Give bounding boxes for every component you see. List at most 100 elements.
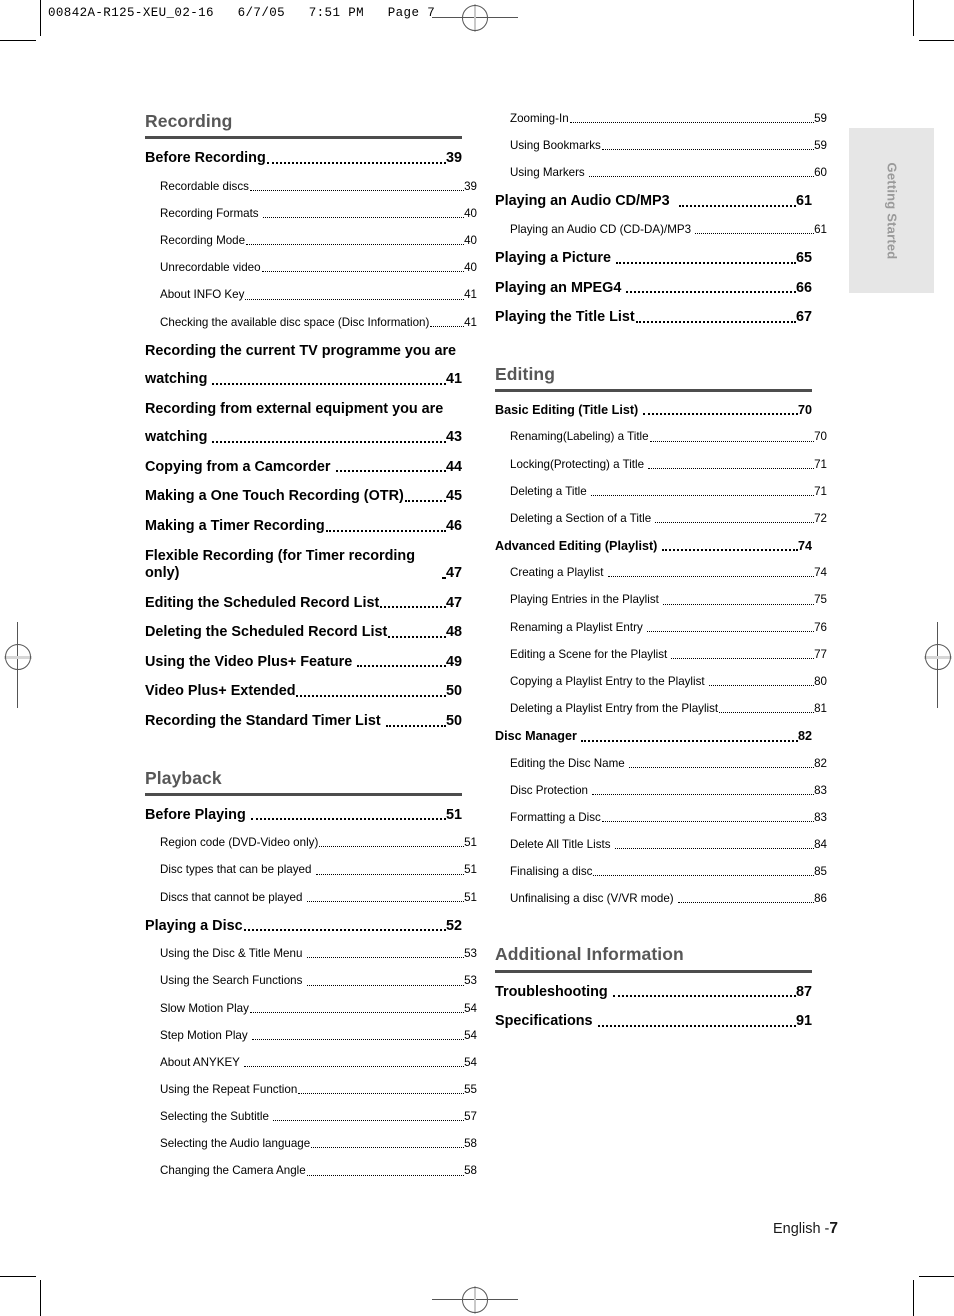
toc-entry[interactable]: Playing an Audio CD (CD-DA)/MP3 61 [510, 223, 827, 237]
toc-dot-leader [325, 529, 446, 532]
toc-entry[interactable]: Recordable discs 39 [160, 180, 477, 194]
toc-column-right: Zooming-In 59 Using Bookmarks 59 Using Marke… [495, 112, 827, 1043]
toc-entry-page-number: 53 [464, 947, 477, 961]
toc-entry[interactable]: Editing the Scheduled Record List 47 [145, 595, 462, 613]
section-rule [495, 969, 812, 973]
toc-entry[interactable]: Advanced Editing (Playlist) 74 [495, 539, 812, 554]
toc-entry[interactable]: Flexible Recording (for Timer recording … [145, 548, 462, 583]
toc-entry[interactable]: Playing a Picture 65 [495, 250, 812, 268]
toc-entry[interactable]: Disc types that can be played 51 [160, 863, 477, 877]
toc-entry-page-number: 40 [464, 206, 477, 220]
toc-entry[interactable]: Renaming a Playlist Entry 76 [510, 621, 827, 635]
toc-entry-label: Deleting the Scheduled Record List [145, 624, 388, 641]
toc-dot-leader [245, 298, 465, 300]
toc-entry[interactable]: Making a Timer Recording 46 [145, 518, 462, 536]
toc-entry[interactable]: Using the Repeat Function 55 [160, 1083, 477, 1097]
toc-dot-leader [243, 1065, 465, 1068]
toc-entry[interactable]: Troubleshooting 87 [495, 984, 812, 1002]
toc-entry[interactable]: watching 41 [145, 371, 462, 389]
toc-entry[interactable]: Deleting a Title 71 [510, 485, 827, 499]
toc-entry[interactable]: Recording Formats 40 [160, 207, 477, 221]
toc-entry-label: Playing a Picture [495, 250, 615, 267]
toc-entry[interactable]: Recording from external equipment you ar… [145, 401, 462, 419]
toc-entry-label: Playing an MPEG4 [495, 279, 626, 296]
toc-entry[interactable]: Specifications 91 [495, 1013, 812, 1031]
toc-entry[interactable]: Formatting a Disc 83 [510, 811, 827, 825]
toc-entry-label: Formatting a Disc [510, 810, 601, 824]
toc-entry[interactable]: Selecting the Subtitle 57 [160, 1110, 477, 1124]
toc-entry[interactable]: Editing the Disc Name 82 [510, 757, 827, 771]
toc-entry[interactable]: Changing the Camera Angle 58 [160, 1164, 477, 1178]
toc-entry[interactable]: Making a One Touch Recording (OTR) 45 [145, 488, 462, 506]
toc-entry[interactable]: Editing a Scene for the Playlist 77 [510, 648, 827, 662]
toc-entry-page-number: 74 [814, 566, 827, 580]
toc-entry[interactable]: Before Playing 51 [145, 807, 462, 825]
toc-entry[interactable]: Disc Protection 83 [510, 784, 827, 798]
toc-entry[interactable]: Unfinalising a disc (V/VR mode) 86 [510, 892, 827, 906]
toc-entry[interactable]: Unrecordable video 40 [160, 261, 477, 275]
toc-entry[interactable]: Deleting the Scheduled Record List 48 [145, 624, 462, 642]
footer-language: English - [772, 1221, 830, 1237]
toc-entry[interactable]: Creating a Playlist 74 [510, 566, 827, 580]
toc-entry[interactable]: Delete All Title Lists 84 [510, 838, 827, 852]
toc-entry[interactable]: Finalising a disc 85 [510, 865, 827, 879]
toc-entry[interactable]: Deleting a Playlist Entry from the Playl… [510, 702, 827, 716]
toc-dot-leader [357, 664, 446, 668]
toc-entry[interactable]: Renaming(Labeling) a Title 70 [510, 430, 827, 444]
toc-entry[interactable]: Disc Manager 82 [495, 729, 812, 744]
toc-entry[interactable]: Deleting a Section of a Title 72 [510, 512, 827, 526]
crop-mark-bottom-right-vertical [913, 1280, 914, 1316]
toc-dot-leader [251, 1038, 465, 1040]
section-rule [145, 792, 462, 796]
toc-entry[interactable]: Selecting the Audio language 58 [160, 1137, 477, 1151]
toc-entry[interactable]: Playing an Audio CD/MP3 61 [495, 193, 812, 211]
toc-entry-label: Basic Editing (Title List) [495, 403, 642, 418]
toc-entry[interactable]: Recording the Standard Timer List 50 [145, 713, 462, 731]
toc-entry-page-number: 45 [445, 488, 462, 505]
toc-entry[interactable]: Recording the current TV programme you a… [145, 343, 462, 361]
toc-entry-page-number: 74 [797, 538, 812, 553]
toc-entry[interactable]: Copying a Playlist Entry to the Playlist… [510, 675, 827, 689]
toc-dot-leader [306, 1174, 465, 1176]
toc-entry[interactable]: About INFO Key 41 [160, 288, 477, 302]
toc-entry-label: Playing an Audio CD (CD-DA)/MP3 [510, 222, 695, 236]
toc-entry[interactable]: Region code (DVD-Video only) 51 [160, 836, 477, 850]
toc-entry[interactable]: Discs that cannot be played 51 [160, 891, 477, 905]
toc-entry[interactable]: Using Markers 60 [510, 166, 827, 180]
toc-dot-leader [388, 635, 446, 638]
toc-entry[interactable]: Using the Video Plus+ Feature 49 [145, 654, 462, 672]
toc-entry[interactable]: Using the Search Functions 53 [160, 974, 477, 988]
footer-page-number: 7 [829, 1220, 838, 1237]
toc-entry[interactable]: Using Bookmarks 59 [510, 139, 827, 153]
toc-entry[interactable]: Playing the Title List 67 [495, 309, 812, 327]
thumb-tab-getting-started: Getting Started [849, 128, 934, 293]
toc-entry[interactable]: Locking(Protecting) a Title 71 [510, 458, 827, 472]
toc-entry[interactable]: Video Plus+ Extended 50 [145, 683, 462, 701]
toc-entry[interactable]: Checking the available disc space (Disc … [160, 316, 477, 330]
toc-section: Zooming-In 59 Using Bookmarks 59 Using Marke… [495, 112, 827, 327]
toc-entry[interactable]: Playing a Disc 52 [145, 918, 462, 936]
toc-entry-page-number: 41 [464, 315, 477, 329]
toc-entry-label: Deleting a Section of a Title [510, 511, 655, 525]
toc-entry[interactable]: Playing an MPEG4 66 [495, 280, 812, 298]
toc-entry[interactable]: Playing Entries in the Playlist 75 [510, 593, 827, 607]
toc-entry-label: Recording Mode [160, 234, 246, 248]
document-page: 00842A-R125-XEU_02-16 6/7/05 7:51 PM Pag… [0, 0, 954, 1316]
toc-entry[interactable]: About ANYKEY 54 [160, 1056, 477, 1070]
toc-entry-label: Selecting the Subtitle [160, 1110, 273, 1124]
toc-entry[interactable]: watching 43 [145, 429, 462, 447]
toc-section: Editing Basic Editing (Title List) 70 Rena… [495, 364, 827, 907]
toc-entry[interactable]: Before Recording 39 [145, 150, 462, 168]
toc-entry[interactable]: Slow Motion Play 54 [160, 1002, 477, 1016]
toc-dot-leader [663, 603, 815, 605]
toc-dot-leader [708, 684, 815, 687]
toc-entry[interactable]: Using the Disc & Title Menu 53 [160, 947, 477, 961]
toc-entry[interactable]: Recording Mode 40 [160, 234, 477, 248]
toc-entry[interactable]: Zooming-In 59 [510, 112, 827, 126]
toc-entry[interactable]: Basic Editing (Title List) 70 [495, 403, 812, 418]
toc-entry[interactable]: Copying from a Camcorder 44 [145, 459, 462, 477]
toc-entry[interactable]: Step Motion Play 54 [160, 1029, 477, 1043]
section-heading: Additional Information [495, 944, 684, 965]
toc-entry-page-number: 41 [445, 371, 462, 388]
toc-entry-page-number: 39 [445, 150, 462, 167]
